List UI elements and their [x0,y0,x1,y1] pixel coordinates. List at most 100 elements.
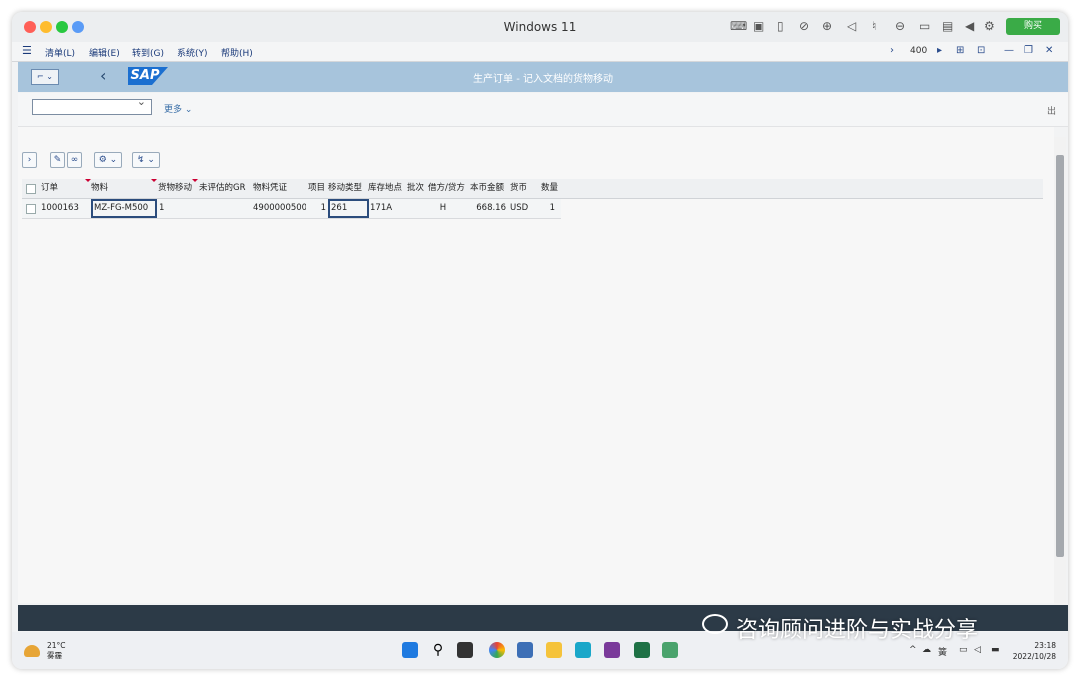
cell-item: 1 [320,203,326,213]
movement-type-input[interactable]: 261 [328,199,369,218]
menu-item-help[interactable]: 帮助(H) [221,46,253,59]
col-quantity[interactable]: 数量 [541,179,563,198]
window-title: Windows 11 [503,20,577,34]
settings-dropdown-icon[interactable]: ⚙ ⌄ [94,152,122,168]
play-icon[interactable]: ▸ [937,45,942,56]
onenote-icon[interactable] [604,642,620,658]
expand-icon[interactable]: › [22,152,37,168]
restore-icon[interactable]: ❐ [1024,45,1033,56]
col-unvaluated-gr[interactable]: 未评估的GR [199,179,251,198]
drive-icon[interactable]: ⊖ [895,19,905,33]
chrome-icon[interactable] [489,642,505,658]
window-titlebar: Windows 11 ⌨ ▣ ▯ ⊘ ⊕ ◁ ♮ ⊖ ▭ ▤ ◀ ⚙ 购买 [12,12,1068,43]
sap-gui-icon[interactable] [517,642,533,658]
gear-icon[interactable]: ⚙ [984,19,995,33]
keyboard-icon[interactable]: ⌨ [730,19,747,33]
vertical-scrollbar[interactable] [1054,137,1066,613]
col-material[interactable]: 物料 [91,179,157,198]
col-movement-type[interactable]: 移动类型 [328,179,368,198]
camera-icon[interactable]: ▭ [919,19,930,33]
edit-icon[interactable]: ✎ [50,152,65,168]
layout-icon[interactable]: ⊞ [956,45,964,56]
clock-time: 23:18 [1034,641,1056,650]
excel-icon[interactable] [634,642,650,658]
row-checkbox[interactable] [26,204,36,214]
export-dropdown-icon[interactable]: ↯ ⌄ [132,152,160,168]
start-icon[interactable] [402,642,418,658]
page-title: 生产订单 - 记入文档的货物移动 [473,74,613,85]
watermark-text: 咨询顾问进阶与实战分享 [736,618,979,643]
menu-item-edit[interactable]: 编辑(E) [89,46,120,59]
battery-icon[interactable]: ▬ [991,645,1000,655]
table-row[interactable]: 1000163 MZ-FG-M500 1 4900000500 1 261 17… [22,199,561,219]
col-material-document[interactable]: 物料凭证 [253,179,308,198]
cell-storage-location[interactable]: 171A [370,199,408,218]
client-number: 400 [910,46,928,56]
sap-header: ⌐ ⌄ ‹ SAP 生产订单 - 记入文档的货物移动 [18,62,1068,92]
select-all-checkbox[interactable] [26,184,36,194]
cell-goods-movement[interactable]: 1 [159,199,197,218]
location-icon[interactable]: ⊘ [799,19,809,33]
temperature: 21°C [47,641,66,650]
col-order[interactable]: 订单 [41,179,91,198]
weather-icon[interactable] [24,645,40,657]
col-storage-location[interactable]: 库存地点 [368,179,408,198]
network-icon[interactable]: ⊕ [822,19,832,33]
details-icon[interactable]: ∞ [67,152,82,168]
menu-item-list[interactable]: 清单(L) [45,46,75,59]
back-arrow-icon[interactable]: ◀ [965,19,974,33]
variant-select[interactable] [32,95,152,115]
usb-icon[interactable]: ▯ [777,19,784,33]
menu-item-system[interactable]: 系统(Y) [177,46,208,59]
more-label: 更多 [164,105,183,115]
cell-quantity[interactable]: 1 [541,199,555,218]
cell-unvaluated-gr[interactable] [199,199,251,218]
speaker-icon[interactable]: ◁ [847,19,856,33]
col-item[interactable]: 项目 [308,179,330,198]
app-window: Windows 11 ⌨ ▣ ▯ ⊘ ⊕ ◁ ♮ ⊖ ▭ ▤ ◀ ⚙ 购买 ☰ … [12,12,1068,669]
system-clock[interactable]: 23:18 2022/10/28 [1013,640,1056,662]
cell-order: 1000163 [41,203,79,213]
more-button[interactable]: 更多 ⌄ [164,102,192,115]
chevron-up-icon[interactable]: ^ [909,645,917,655]
microphone-icon[interactable]: ♮ [872,19,876,33]
app-icon[interactable] [662,642,678,658]
col-debit-credit[interactable]: 借方/贷方 [428,179,470,198]
wechat-icon [702,614,728,634]
buy-button[interactable]: 购买 [1006,18,1060,35]
cpu-icon[interactable]: ▣ [753,19,764,33]
cell-currency: USD [510,203,529,213]
cell-amount: 668.16 [476,203,506,213]
content-area: › ✎ ∞ ⚙ ⌄ ↯ ⌄ 订单 物料 货物移动 未评估的GR 物料凭证 项目 … [18,127,1054,603]
chevron-right-icon[interactable]: › [890,45,894,56]
col-currency[interactable]: 货币 [510,179,536,198]
table-header: 订单 物料 货物移动 未评估的GR 物料凭证 项目 移动类型 库存地点 批次 借… [22,179,1043,199]
search-icon[interactable]: ⚲ [430,642,446,658]
task-view-icon[interactable] [457,642,473,658]
weather-widget[interactable]: 21°C 雾霾 [47,641,66,661]
hamburger-menu-icon[interactable]: ☰ [22,44,32,57]
cell-material-document: 4900000500 [253,203,306,213]
volume-tray-icon[interactable]: ◁ [974,645,981,655]
col-batch[interactable]: 批次 [407,179,429,198]
cell-debit-credit: H [439,203,447,213]
close-icon[interactable]: ✕ [1045,45,1053,56]
cloud-icon[interactable]: ☁ [922,645,931,655]
screen-icon[interactable]: ▤ [942,19,953,33]
col-amount[interactable]: 本币金额 [470,179,510,198]
cell-batch[interactable] [408,199,428,218]
teams-icon[interactable] [575,642,591,658]
file-explorer-icon[interactable] [546,642,562,658]
network-tray-icon[interactable]: ▭ [959,645,968,655]
lock-icon[interactable]: ⊡ [977,45,985,56]
material-input[interactable]: MZ-FG-M500 [91,199,157,218]
filter-bar: 更多 ⌄ 出 [18,93,1068,127]
ime-indicator[interactable]: 簧 [938,645,947,658]
minimize-icon[interactable]: — [1004,45,1014,56]
watermark: 咨询顾问进阶与实战分享 [702,612,978,644]
menu-bar: ☰ 清单(L) 编辑(E) 转到(G) 系统(Y) 帮助(H) › 400 ▸ … [12,42,1068,62]
exit-button[interactable]: 出 [1047,104,1056,117]
clock-date: 2022/10/28 [1012,652,1056,661]
menu-item-goto[interactable]: 转到(G) [132,46,164,59]
scrollbar-thumb[interactable] [1056,155,1064,557]
